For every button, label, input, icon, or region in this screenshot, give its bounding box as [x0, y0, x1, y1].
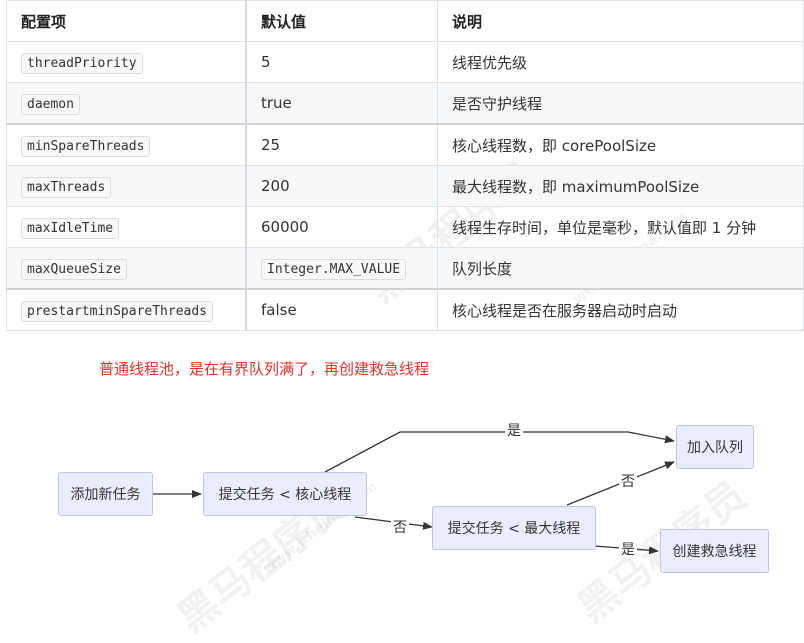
flow-node-submit-max: 提交任务 < 最大线程	[432, 506, 596, 550]
edge-label-no-max: 否	[619, 474, 637, 490]
edge-label-yes-top: 是	[505, 423, 523, 439]
flow-node-create-emergency: 创建救急线程	[660, 529, 769, 573]
flow-node-join-queue: 加入队列	[676, 425, 754, 469]
flow-node-add-task: 添加新任务	[58, 472, 153, 516]
edge-label-yes-max: 是	[619, 542, 637, 558]
edge-label-no-core: 否	[391, 520, 409, 536]
edge-core-to-queue	[324, 431, 675, 473]
flow-node-submit-core: 提交任务 < 核心线程	[203, 472, 367, 516]
